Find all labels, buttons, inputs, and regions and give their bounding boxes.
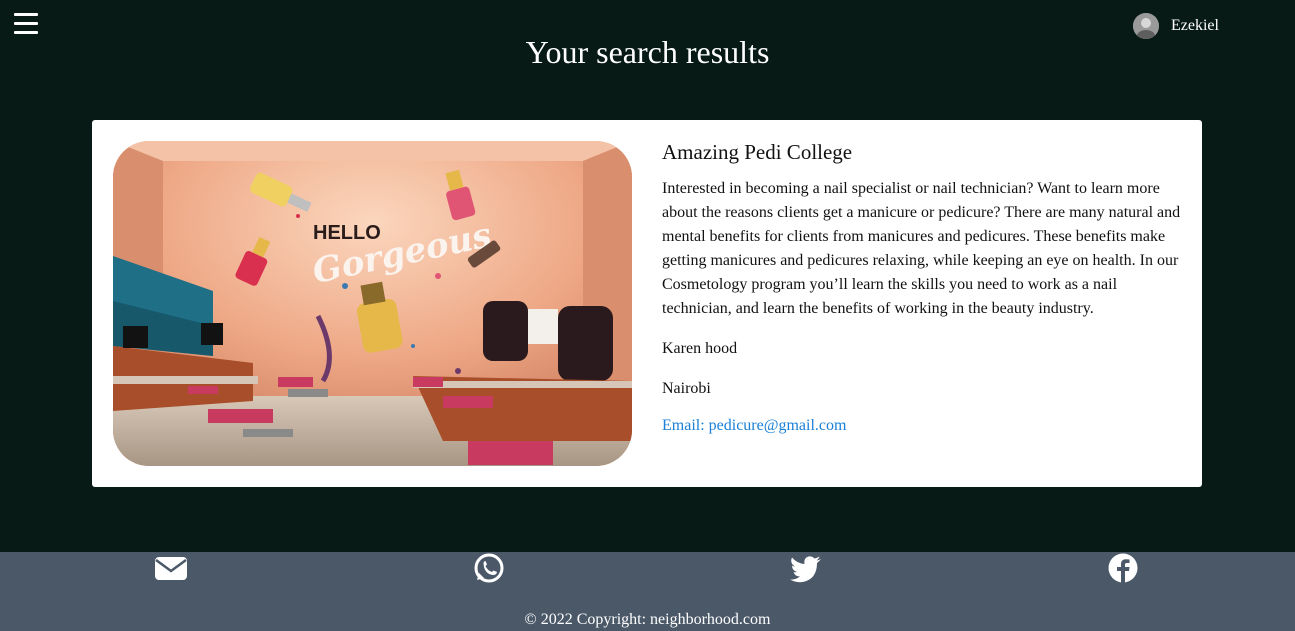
email-link[interactable]: Email: pedicure@gmail.com xyxy=(662,417,846,434)
whatsapp-icon[interactable] xyxy=(472,553,506,583)
user-name: Ezekiel xyxy=(1171,17,1219,34)
salon-photo: HELLO Gorgeous xyxy=(113,141,632,466)
result-info: Amazing Pedi College Interested in becom… xyxy=(662,140,1187,435)
menu-bar xyxy=(14,13,38,16)
result-owner: Karen hood xyxy=(662,340,738,357)
facebook-icon[interactable] xyxy=(1106,553,1140,583)
twitter-icon[interactable] xyxy=(789,553,823,583)
result-card: HELLO Gorgeous Amazing Pedi College Inte… xyxy=(92,120,1202,487)
page-title: Your search results xyxy=(525,34,770,70)
result-location: Nairobi xyxy=(662,380,711,397)
envelope-icon[interactable] xyxy=(154,553,188,583)
copyright-text: © 2022 Copyright: neighborhood.com xyxy=(524,611,771,628)
result-title: Amazing Pedi College xyxy=(662,140,853,164)
footer: © 2022 Copyright: neighborhood.com xyxy=(0,552,1295,631)
result-description: Interested in becoming a nail specialist… xyxy=(662,180,1181,317)
menu-bar xyxy=(14,22,38,25)
